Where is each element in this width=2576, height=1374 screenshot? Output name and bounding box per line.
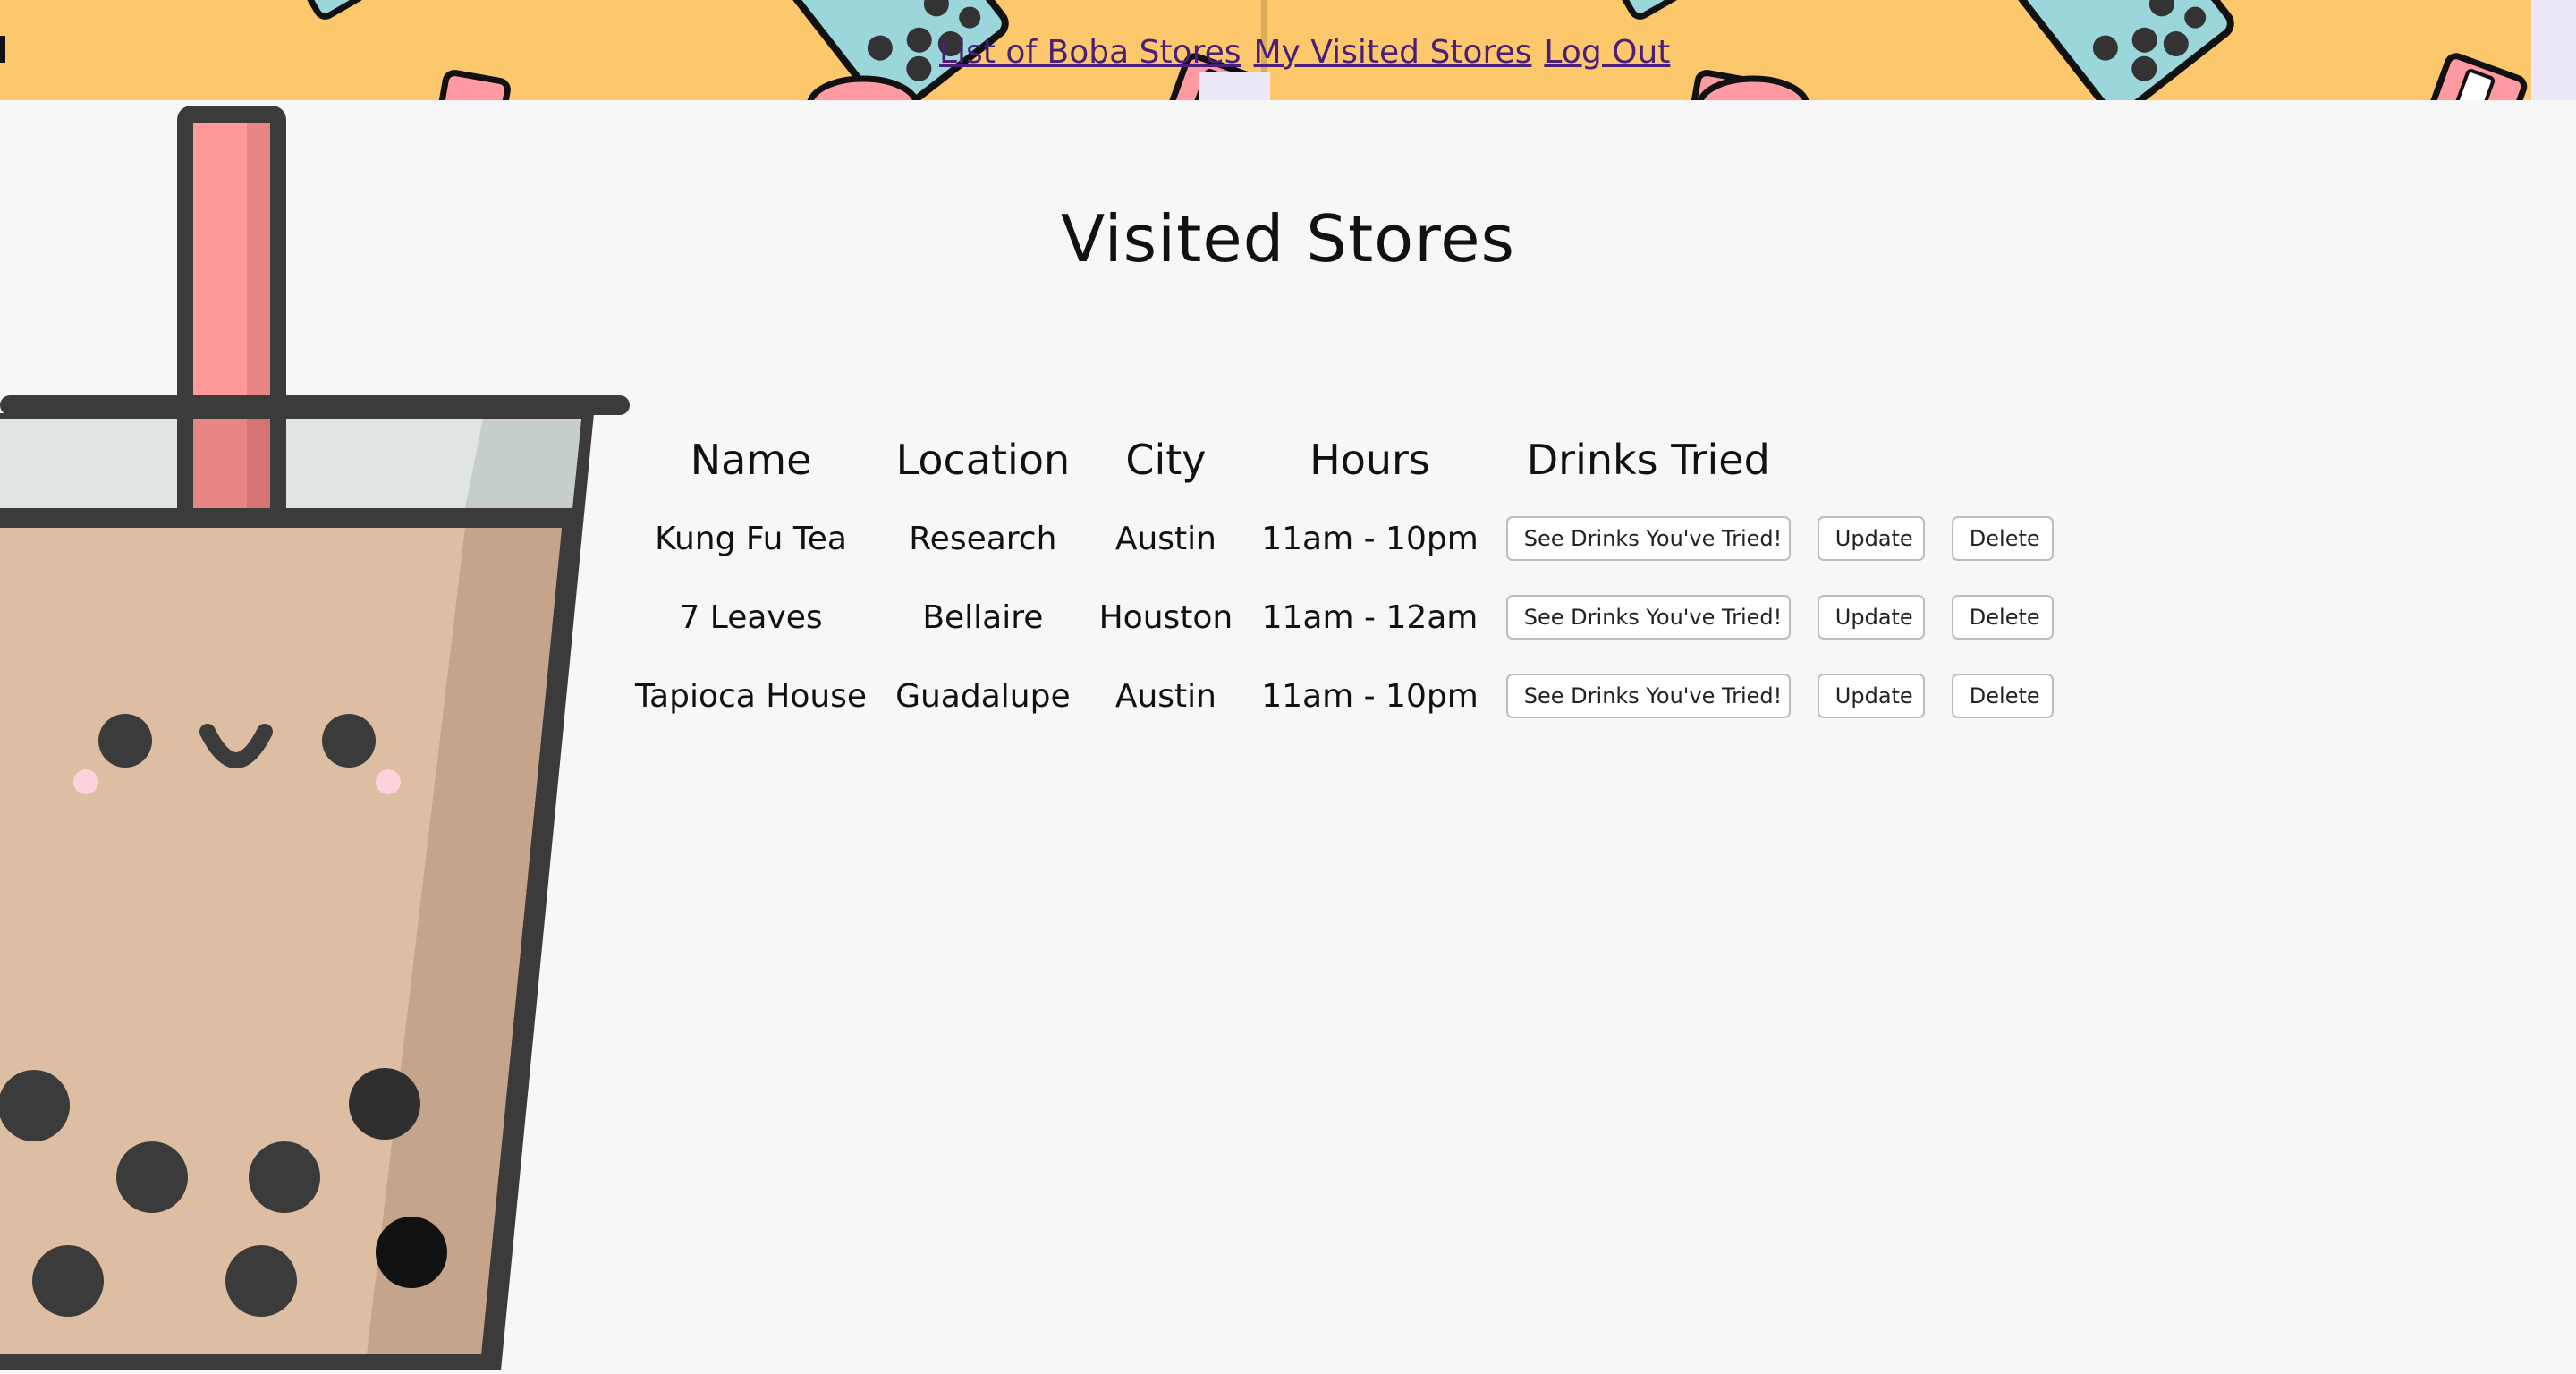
table-row: Kung Fu Tea Research Austin 11am - 10pm … — [621, 499, 2067, 578]
nav-link-visited-stores[interactable]: My Visited Stores — [1254, 34, 1532, 71]
update-button[interactable]: Update — [1817, 516, 1925, 561]
column-header-drinks-tried: Drinks Tried — [1526, 436, 1770, 484]
cell-delete: Delete — [1938, 578, 2067, 657]
delete-button[interactable]: Delete — [1951, 595, 2054, 640]
cell-location: Guadalupe — [895, 677, 1071, 715]
column-header-delete — [1938, 420, 2067, 499]
table-row: 7 Leaves Bellaire Houston 11am - 12am Se… — [621, 578, 2067, 657]
cell-delete: Delete — [1938, 499, 2067, 578]
delete-button[interactable]: Delete — [1951, 516, 2054, 561]
see-drinks-button[interactable]: See Drinks You've Tried! — [1505, 674, 1791, 718]
see-drinks-button[interactable]: See Drinks You've Tried! — [1505, 595, 1791, 640]
page-title-text: Visited Stores — [1060, 201, 1516, 276]
cell-name: 7 Leaves — [679, 598, 823, 636]
cell-update: Update — [1804, 578, 1938, 657]
cell-delete: Delete — [1938, 657, 2067, 735]
cell-name: Tapioca House — [635, 677, 868, 715]
cell-hours: 11am - 12am — [1261, 598, 1479, 636]
see-drinks-button[interactable]: See Drinks You've Tried! — [1505, 516, 1791, 561]
cell-update: Update — [1804, 657, 1938, 735]
delete-button[interactable]: Delete — [1951, 674, 2054, 718]
cell-update: Update — [1804, 499, 1938, 578]
update-button[interactable]: Update — [1817, 595, 1925, 640]
table-header-row: Name Location City Hours Drinks Tried — [621, 420, 2067, 499]
cell-drinks: See Drinks You've Tried! — [1493, 657, 1804, 735]
column-header-update — [1804, 420, 1938, 499]
column-header-hours: Hours — [1309, 436, 1430, 484]
page-title: Visited Stores — [0, 201, 2576, 276]
nav-link-boba-stores[interactable]: List of Boba Stores — [939, 34, 1241, 71]
cell-location: Bellaire — [922, 598, 1044, 636]
cell-hours: 11am - 10pm — [1261, 520, 1479, 557]
header-banner: List of Boba Stores My Visited Stores Lo… — [0, 0, 2576, 100]
cell-hours: 11am - 10pm — [1261, 677, 1479, 715]
cell-name: Kung Fu Tea — [655, 520, 847, 557]
cell-city: Austin — [1114, 677, 1216, 715]
cell-city: Austin — [1114, 520, 1216, 557]
column-header-city: City — [1125, 436, 1207, 484]
column-header-location: Location — [895, 436, 1071, 484]
nav-link-log-out[interactable]: Log Out — [1544, 34, 1670, 71]
cell-drinks: See Drinks You've Tried! — [1493, 499, 1804, 578]
cell-city: Houston — [1098, 598, 1233, 636]
top-nav: List of Boba Stores My Visited Stores Lo… — [939, 25, 1670, 79]
cell-drinks: See Drinks You've Tried! — [1493, 578, 1804, 657]
visited-stores-table: Name Location City Hours Drinks Tried Ku… — [621, 420, 2067, 735]
table-row: Tapioca House Guadalupe Austin 11am - 10… — [621, 657, 2067, 735]
cell-location: Research — [909, 520, 1057, 557]
update-button[interactable]: Update — [1817, 674, 1925, 718]
boba-cup-mascot-illustration — [0, 106, 630, 1370]
column-header-name: Name — [690, 436, 812, 484]
